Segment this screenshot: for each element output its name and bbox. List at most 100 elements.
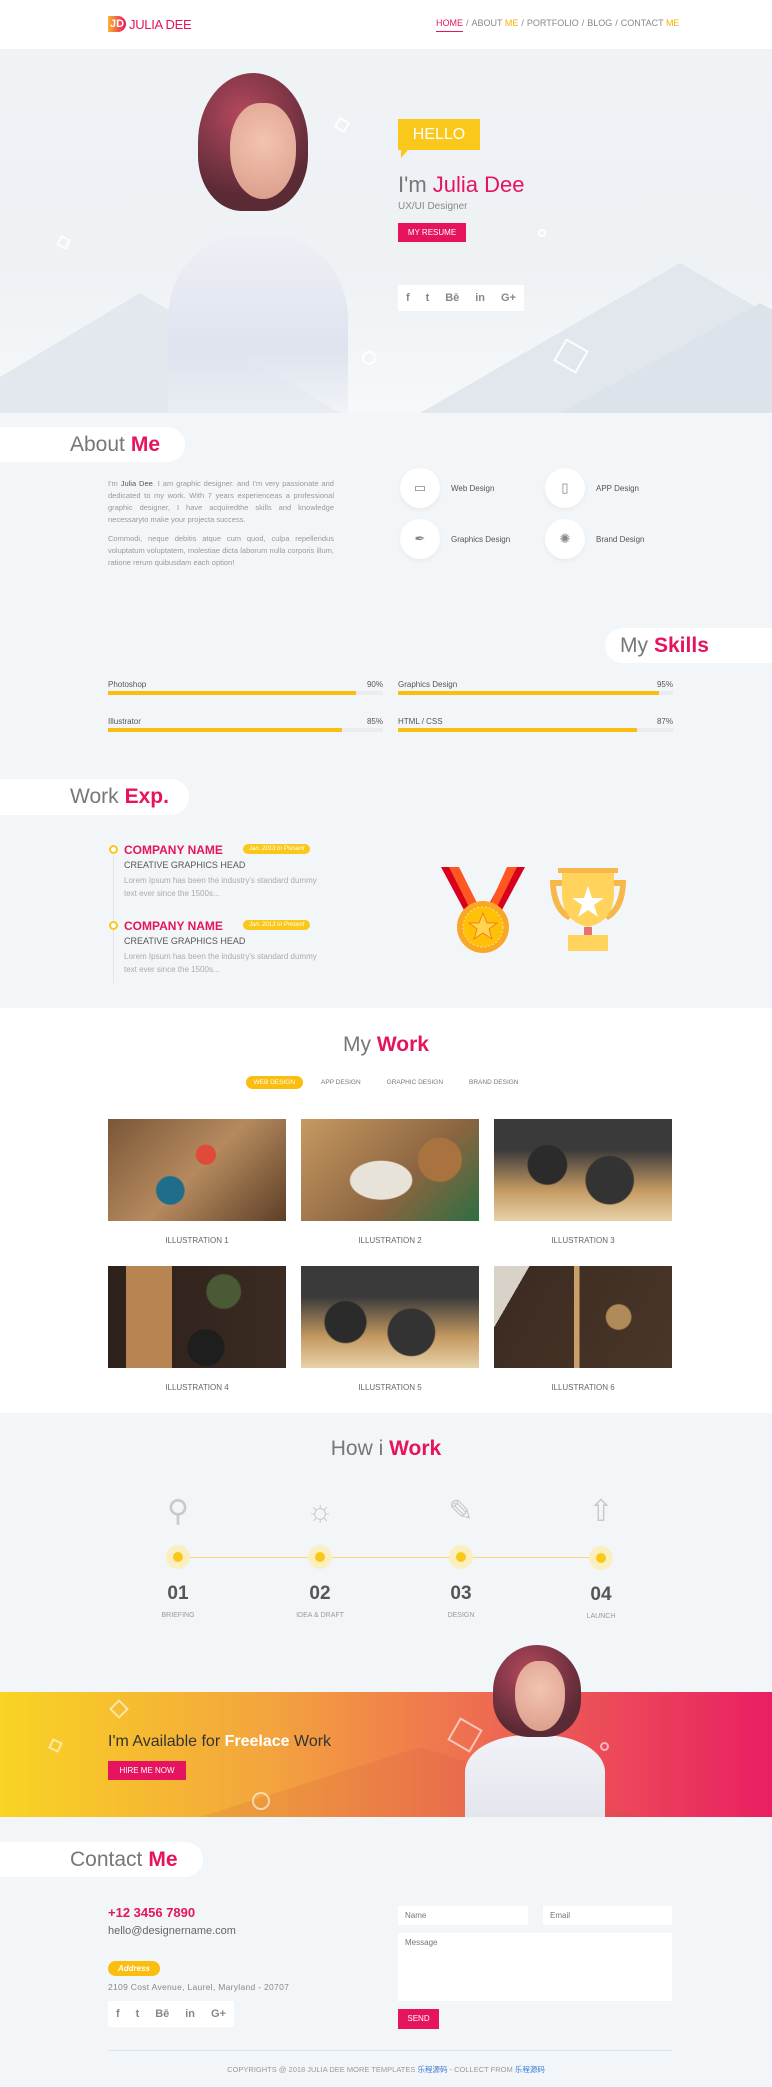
skill-bar: HTML / CSS 87% xyxy=(398,717,673,732)
google-plus-icon[interactable]: G+ xyxy=(501,292,516,304)
heading-bold: Work xyxy=(389,1437,442,1460)
about-paragraph: Commodi, neque debitis atque cum quod, c… xyxy=(108,534,334,567)
address-badge: Address xyxy=(108,1961,160,1976)
portfolio-caption: ILLUSTRATION 6 xyxy=(551,1383,615,1392)
magnifier-icon: ⚲ xyxy=(167,1495,189,1528)
portfolio-thumbnail[interactable] xyxy=(108,1266,286,1368)
skill-percent: 95% xyxy=(656,680,673,689)
skill-percent: 87% xyxy=(656,717,673,726)
portfolio-tabs: WEB DESIGN APP DESIGN GRAPHIC DESIGN BRA… xyxy=(0,1076,772,1089)
step-number: 03 xyxy=(450,1583,472,1604)
contact-phone[interactable]: +12 3456 7890 xyxy=(108,1905,195,1920)
templates-link[interactable]: 乐程源码 xyxy=(417,2065,447,2074)
my-resume-button[interactable]: MY RESUME xyxy=(398,223,466,242)
nav-home[interactable]: HOME xyxy=(436,18,463,32)
portfolio-caption: ILLUSTRATION 5 xyxy=(358,1383,422,1392)
logo[interactable]: JD JULIA DEE xyxy=(108,16,192,32)
nav-label: PORTFOLIO xyxy=(526,18,579,28)
collect-link[interactable]: 乐程源码 xyxy=(515,2065,545,2074)
linkedin-icon[interactable]: in xyxy=(475,292,485,304)
process-line xyxy=(178,1557,601,1558)
mobile-icon: ▯ xyxy=(545,468,585,508)
nav-blog[interactable]: BLOG xyxy=(587,18,612,32)
step-number: 04 xyxy=(590,1584,612,1605)
contact-address: 2109 Cost Avenue, Laurel, Maryland - 207… xyxy=(108,1982,290,1992)
portfolio-thumbnail[interactable] xyxy=(108,1119,286,1221)
portfolio-thumbnail[interactable] xyxy=(494,1266,672,1368)
nav-label: BLOG xyxy=(587,18,613,28)
about-name: Julia Dee xyxy=(120,479,153,488)
work-exp-heading: Work Exp. xyxy=(0,779,189,815)
job-title: CREATIVE GRAPHICS HEAD xyxy=(124,936,246,946)
twitter-icon[interactable]: t xyxy=(426,292,430,304)
portfolio-thumbnail[interactable] xyxy=(301,1119,479,1221)
skill-percent: 90% xyxy=(366,680,383,689)
google-plus-icon[interactable]: G+ xyxy=(211,2008,226,2020)
send-button[interactable]: SEND xyxy=(398,2009,439,2029)
skill-name: Photoshop xyxy=(108,680,147,689)
skill-percent: 85% xyxy=(366,717,383,726)
portfolio-caption: ILLUSTRATION 1 xyxy=(165,1236,229,1245)
skill-fill xyxy=(398,728,638,732)
service-app-design: ▯ APP Design xyxy=(545,468,639,508)
hire-me-button[interactable]: HIRE ME NOW xyxy=(108,1761,186,1780)
behance-icon[interactable]: Bē xyxy=(155,2008,169,2020)
text: - COLLECT FROM xyxy=(447,2065,515,2074)
nav-label: HOME xyxy=(436,18,463,28)
nav-portfolio[interactable]: PORTFOLIO xyxy=(527,18,579,32)
contact-social-links: f t Bē in G+ xyxy=(108,2001,234,2027)
process-step-icon: ✎ xyxy=(411,1492,511,1532)
timeline-line xyxy=(113,855,114,983)
twitter-icon[interactable]: t xyxy=(136,2008,140,2020)
tab-web-design[interactable]: WEB DESIGN xyxy=(245,1076,304,1089)
circle-shape xyxy=(252,1792,270,1810)
process-step-icon: ⇧ xyxy=(551,1492,651,1532)
lightbulb-icon: ✺ xyxy=(545,519,585,559)
nav-contact[interactable]: CONTACT ME xyxy=(621,18,680,32)
step-number: 01 xyxy=(167,1583,189,1604)
service-brand-design: ✺ Brand Design xyxy=(545,519,644,559)
logo-text: JULIA DEE xyxy=(129,16,192,32)
tab-brand-design[interactable]: BRAND DESIGN xyxy=(461,1076,526,1089)
contact-email[interactable]: hello@designername.com xyxy=(108,1925,236,1937)
nav-label: CONTACT xyxy=(620,18,666,28)
process-heading: How i Work xyxy=(0,1437,772,1461)
mountain-decoration xyxy=(560,303,772,413)
hello-bubble: HELLO xyxy=(398,119,480,158)
monitor-icon: ▭ xyxy=(400,468,440,508)
nav-accent: ME xyxy=(504,18,519,28)
heading-bold: Exp. xyxy=(124,785,169,808)
facebook-icon[interactable]: f xyxy=(406,292,410,304)
hero-role: UX/UI Designer xyxy=(398,201,468,212)
step-label: IDEA & DRAFT xyxy=(296,1612,344,1619)
skill-name: HTML / CSS xyxy=(398,717,443,726)
nav-label: ABOUT xyxy=(471,18,505,28)
facebook-icon[interactable]: f xyxy=(116,2008,120,2020)
portfolio-thumbnail[interactable] xyxy=(494,1119,672,1221)
timeline-dot xyxy=(109,845,118,854)
heading-light: How i xyxy=(330,1437,384,1460)
company-name: COMPANY NAME xyxy=(124,843,223,857)
idea-head-icon: ☼ xyxy=(306,1495,334,1528)
email-input[interactable] xyxy=(543,1906,672,1925)
heading-bold: Work xyxy=(376,1033,429,1056)
nav-separator: / xyxy=(615,18,618,28)
company-name: COMPANY NAME xyxy=(124,919,223,933)
nav-about[interactable]: ABOUT ME xyxy=(472,18,519,32)
greeting: I'm xyxy=(398,172,427,197)
tab-graphic-design[interactable]: GRAPHIC DESIGN xyxy=(379,1076,451,1089)
behance-icon[interactable]: Bē xyxy=(445,292,459,304)
nav-accent: ME xyxy=(665,18,680,28)
tab-app-design[interactable]: APP DESIGN xyxy=(313,1076,369,1089)
service-label: APP Design xyxy=(596,483,639,493)
message-input[interactable] xyxy=(398,1933,672,2001)
portfolio-thumbnail[interactable] xyxy=(301,1266,479,1368)
name-input[interactable] xyxy=(398,1906,528,1925)
copyright-text: COPYRIGHTS @ 2018 JULIA DEE MORE TEMPLAT… xyxy=(227,2065,418,2074)
service-web-design: ▭ Web Design xyxy=(400,468,494,508)
site-header: JD JULIA DEE HOME / ABOUT ME / PORTFOLIO… xyxy=(0,0,772,49)
process-dot xyxy=(449,1545,473,1569)
process-step-icon: ☼ xyxy=(270,1492,370,1532)
linkedin-icon[interactable]: in xyxy=(185,2008,195,2020)
footer-divider xyxy=(108,2050,672,2051)
